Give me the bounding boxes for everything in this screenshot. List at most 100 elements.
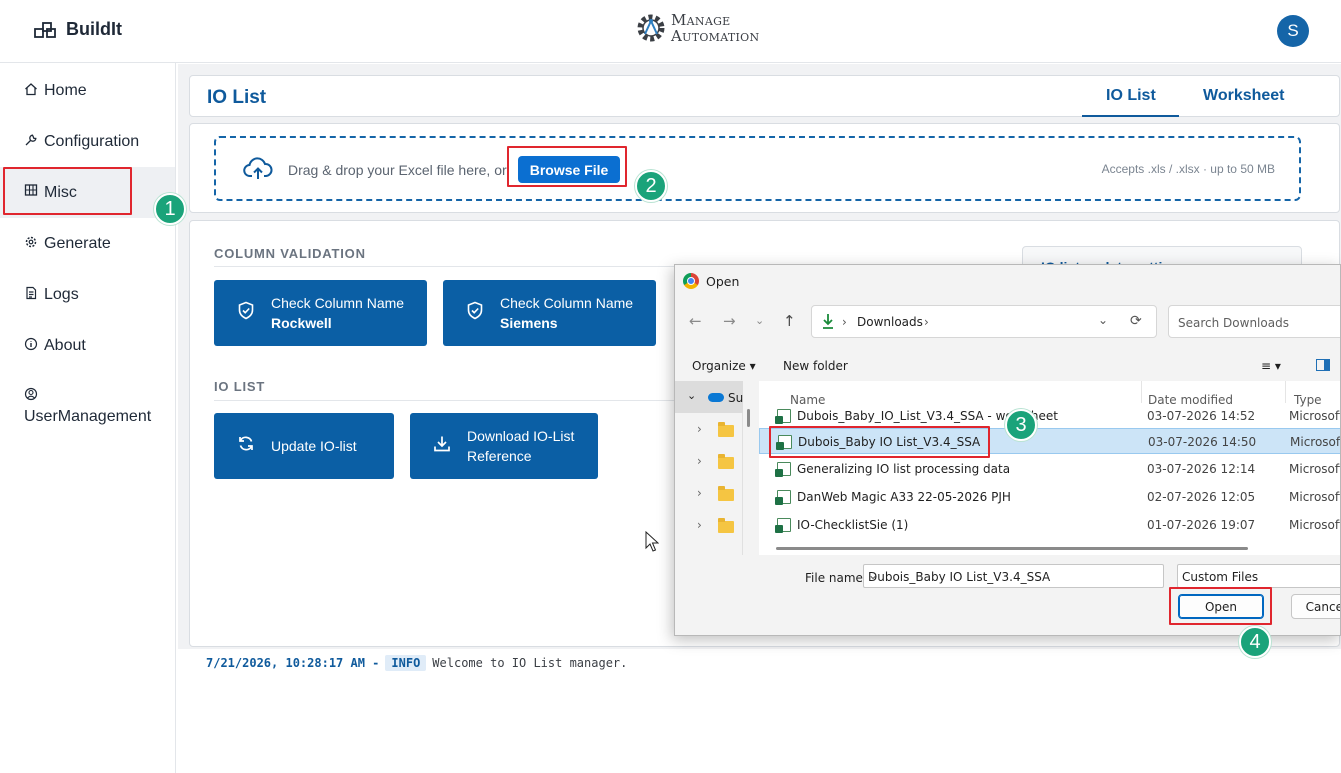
file-date: 03-07-2026 12:14 (1147, 462, 1256, 476)
navigation-pane: ⌄ Su › › › › (675, 381, 743, 555)
horizontal-scrollbar[interactable] (776, 547, 1248, 550)
file-date: 02-07-2026 12:05 (1147, 490, 1256, 504)
organize-menu[interactable]: Organize ▾ (692, 359, 756, 373)
highlight-misc (3, 167, 132, 215)
breadcrumb-separator-icon: › (924, 315, 929, 329)
nav-folder[interactable]: › (675, 511, 743, 541)
sidebar-item-logs[interactable]: Logs (24, 286, 79, 305)
step-badge-4: 4 (1239, 626, 1271, 658)
file-name: DanWeb Magic A33 22-05-2026 PJH (797, 490, 1011, 504)
update-io-list-button[interactable]: Update IO-list (214, 413, 394, 479)
chevron-down-icon[interactable]: ⌄ (1098, 313, 1108, 327)
dialog-title: Open (706, 273, 740, 289)
excel-file-icon (775, 409, 791, 424)
log-level-badge: INFO (385, 655, 427, 671)
file-type: Microsoft (1289, 518, 1341, 532)
nav-scrollbar[interactable] (747, 409, 750, 427)
check-column-rockwell-button[interactable]: Check Column Name Rockwell (214, 280, 427, 346)
blocks-logo-icon (34, 21, 56, 38)
shield-check-icon (236, 301, 256, 326)
sidebar-item-generate[interactable]: Generate (24, 235, 111, 254)
nav-folder[interactable]: › (675, 415, 743, 445)
file-row[interactable]: IO-ChecklistSie (1) 01-07-2026 19:07 Mic… (759, 512, 1341, 538)
recent-chevron-icon[interactable]: ⌄ (755, 314, 764, 327)
new-folder-button[interactable]: New folder (783, 359, 848, 373)
file-type: Microsoft (1290, 435, 1341, 449)
file-name-input[interactable]: Dubois_Baby IO List_V3.4_SSA ⌄ (863, 564, 1164, 588)
column-separator (1141, 381, 1142, 403)
user-circle-icon (24, 387, 38, 406)
sidebar-item-configuration[interactable]: Configuration (24, 133, 139, 152)
onedrive-cloud-icon (708, 393, 724, 402)
command-bar: Organize ▾ New folder ≡ ▾ (675, 352, 1340, 380)
refresh-icon[interactable]: ⟳ (1130, 313, 1142, 329)
button-line2: Siemens (500, 315, 558, 331)
button-line2: Rockwell (271, 315, 332, 331)
file-date: 03-07-2026 14:52 (1147, 409, 1256, 423)
tab-worksheet[interactable]: Worksheet (1203, 87, 1285, 105)
nav-folder[interactable]: › (675, 479, 743, 509)
sidebar-item-home[interactable]: Home (24, 82, 87, 101)
download-io-list-reference-button[interactable]: Download IO-List Reference (410, 413, 598, 479)
chevron-right-icon: › (697, 518, 702, 532)
log-message: Welcome to IO List manager. (432, 656, 628, 670)
file-dropzone[interactable]: Drag & drop your Excel file here, or Bro… (214, 136, 1301, 201)
highlight-browse-file (507, 146, 627, 187)
chrome-icon (683, 273, 699, 289)
file-type: Microsoft (1289, 462, 1341, 476)
highlight-open-button (1169, 587, 1272, 625)
step-badge-2: 2 (635, 170, 667, 202)
document-icon (24, 286, 38, 305)
excel-file-icon (775, 518, 791, 533)
file-date: 03-07-2026 14:50 (1148, 435, 1257, 449)
file-type: Microsoft (1289, 409, 1341, 423)
sidebar-item-label: About (44, 337, 86, 354)
forward-arrow-icon[interactable]: → (723, 312, 736, 330)
nav-onedrive[interactable]: ⌄ Su (675, 381, 743, 413)
file-date: 01-07-2026 19:07 (1147, 518, 1256, 532)
file-type: Microsoft (1289, 490, 1341, 504)
upload-card: Drag & drop your Excel file here, or Bro… (189, 123, 1340, 213)
file-row[interactable]: Generalizing IO list processing data 03-… (759, 456, 1341, 482)
file-type-filter[interactable]: Custom Files (1177, 564, 1340, 588)
update-label: Update IO-list (271, 438, 357, 454)
organize-label: Organize (692, 359, 746, 373)
sidebar-item-about[interactable]: About (24, 337, 86, 356)
cloud-upload-icon (243, 157, 273, 186)
downloads-icon (821, 312, 835, 333)
excel-file-icon (775, 490, 791, 505)
step-badge-3: 3 (1005, 409, 1037, 441)
logo-line1: Manage (671, 11, 731, 29)
preview-pane-icon[interactable] (1316, 359, 1330, 371)
cancel-button[interactable]: Cancel (1291, 594, 1340, 619)
sidebar-item-usermanagement[interactable]: UserManagement (24, 387, 151, 426)
nav-folder[interactable]: › (675, 447, 743, 477)
address-bar[interactable]: › Downloads › ⌄ ⟳ (811, 305, 1157, 338)
user-avatar[interactable]: S (1277, 15, 1309, 47)
view-list-icon[interactable]: ≡ ▾ (1261, 359, 1281, 373)
chevron-down-icon[interactable]: ⌄ (868, 568, 1157, 582)
title-bar: IO List IO List Worksheet (189, 75, 1340, 117)
excel-file-icon (775, 462, 791, 477)
column-separator (1285, 381, 1286, 403)
brand[interactable]: BuildIt (34, 19, 122, 40)
sidebar-item-label: UserManagement (24, 408, 152, 425)
search-input[interactable]: Search Downloads (1168, 305, 1340, 338)
logo-line2: Automation (671, 27, 760, 45)
gear-logo-icon (637, 14, 665, 42)
chevron-right-icon: › (697, 486, 702, 500)
file-row[interactable]: DanWeb Magic A33 22-05-2026 PJH 02-07-20… (759, 484, 1341, 510)
folder-icon (718, 486, 734, 501)
path-downloads[interactable]: Downloads (857, 315, 923, 329)
up-arrow-icon[interactable]: ↑ (783, 312, 796, 330)
highlight-selected-file (769, 426, 990, 458)
button-line1: Check Column Name (500, 295, 634, 311)
accepted-formats: Accepts .xls / .xlsx · up to 50 MB (1101, 162, 1275, 176)
nav-label: Su (728, 391, 744, 405)
check-column-siemens-button[interactable]: Check Column Name Siemens (443, 280, 656, 346)
chevron-right-icon: › (697, 422, 702, 436)
tab-io-list[interactable]: IO List (1106, 87, 1156, 105)
column-validation-heading: COLUMN VALIDATION (214, 246, 366, 261)
back-arrow-icon[interactable]: ← (689, 312, 702, 330)
folder-icon (718, 518, 734, 533)
